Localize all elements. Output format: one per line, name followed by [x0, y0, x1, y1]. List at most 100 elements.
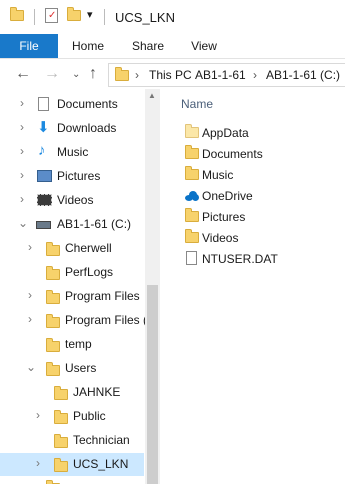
file-row-appdata[interactable]: AppData [160, 122, 345, 143]
videos-icon [37, 194, 52, 206]
folder-icon [185, 145, 199, 159]
music-icon: ♪ [38, 142, 46, 159]
tab-share[interactable]: Share [122, 34, 174, 58]
file-row-music[interactable]: Music [160, 164, 345, 185]
folder-icon [185, 208, 199, 222]
nav-item-documents[interactable]: › Documents [0, 93, 144, 116]
file-label: AppData [202, 126, 249, 140]
file-label: Music [202, 168, 234, 182]
nav-item-cherwell[interactable]: › Cherwell [0, 237, 144, 260]
chevron-right-icon[interactable]: › [28, 312, 32, 326]
nav-item-label: AB1-1-61 (C:) [57, 217, 132, 231]
nav-item-label: Cherwell [65, 241, 112, 255]
folder-icon [185, 229, 199, 243]
nav-item-label: JAHNKE [73, 385, 121, 399]
nav-item-label: Videos [57, 193, 94, 207]
nav-item-label: Users [65, 361, 97, 375]
chevron-right-icon[interactable]: › [36, 456, 40, 470]
nav-item-pictures[interactable]: › Pictures [0, 165, 144, 188]
folder-icon [115, 67, 129, 81]
onedrive-icon [185, 191, 199, 201]
file-row-videos[interactable]: Videos [160, 227, 345, 248]
chevron-right-icon[interactable]: › [20, 96, 24, 110]
chevron-right-icon[interactable]: › [253, 68, 257, 82]
nav-item-perflogs[interactable]: PerfLogs [0, 261, 144, 284]
nav-item-ucs-lkn[interactable]: › UCS_LKN [0, 453, 144, 476]
chevron-right-icon[interactable]: › [20, 120, 24, 134]
nav-item-label: Program Files [65, 289, 140, 303]
chevron-right-icon[interactable]: › [36, 408, 40, 422]
recent-locations-icon[interactable]: ⌄ [72, 69, 80, 80]
nav-scrollbar[interactable]: ▲ [145, 89, 160, 484]
nav-item-c-drive[interactable]: ⌄ AB1-1-61 (C:) [0, 213, 144, 236]
chevron-right-icon[interactable]: › [28, 240, 32, 254]
address-field[interactable]: › This PC AB1-1-61 › AB1-1-61 (C:) [108, 63, 345, 87]
file-list: Name AppData Documents Music OneDrive Pi… [160, 89, 345, 484]
nav-item-music[interactable]: › ♪ Music [0, 141, 144, 164]
breadcrumb-this-pc[interactable]: This PC [149, 68, 192, 82]
chevron-right-icon[interactable]: › [20, 192, 24, 206]
nav-item-label: Pictures [57, 169, 101, 183]
nav-item-label: Documents [57, 97, 118, 111]
divider [34, 9, 35, 25]
nav-item-public[interactable]: › Public [0, 405, 144, 428]
nav-item-label: Public [73, 409, 106, 423]
scroll-thumb[interactable] [147, 285, 158, 484]
chevron-down-icon[interactable]: ⌄ [18, 216, 28, 230]
new-folder-icon[interactable] [67, 7, 81, 21]
nav-item-label: PerfLogs [65, 265, 114, 279]
nav-item-label: UCS_LKN [73, 457, 129, 471]
window-title: UCS_LKN [115, 10, 175, 25]
tab-view[interactable]: View [178, 34, 230, 58]
chevron-right-icon[interactable]: › [135, 68, 139, 82]
nav-item-label: Music [57, 145, 89, 159]
breadcrumb-ab1-1-61[interactable]: AB1-1-61 [195, 68, 246, 82]
nav-item-downloads[interactable]: › ⬇ Downloads [0, 117, 144, 140]
chevron-right-icon[interactable]: › [20, 144, 24, 158]
folder-icon [46, 266, 60, 280]
customize-quick-access-icon[interactable]: ▾ [87, 8, 93, 21]
nav-item-jahnke[interactable]: JAHNKE [0, 381, 144, 404]
pictures-icon [37, 170, 52, 182]
folder-icon [46, 314, 60, 328]
nav-item-program-files[interactable]: › Program Files [0, 285, 144, 308]
up-arrow-icon[interactable]: ↑ [89, 65, 97, 83]
folder-icon [46, 362, 60, 376]
file-row-documents[interactable]: Documents [160, 143, 345, 164]
documents-icon [38, 97, 49, 111]
back-arrow-icon[interactable]: ← [15, 65, 31, 83]
nav-item-label: Downloads [57, 121, 117, 135]
chevron-right-icon[interactable]: › [20, 168, 24, 182]
folder-icon[interactable] [10, 7, 24, 21]
folder-icon [54, 434, 68, 448]
scroll-up-icon[interactable]: ▲ [148, 91, 156, 100]
ribbon: File Home Share View [0, 34, 345, 59]
address-bar: ← → ⌄ ↑ › This PC AB1-1-61 › AB1-1-61 (C… [0, 59, 345, 89]
nav-item-label: Technician [73, 433, 130, 447]
forward-arrow-icon[interactable]: → [44, 65, 60, 83]
nav-item-users[interactable]: ⌄ Users [0, 357, 144, 380]
folder-icon [46, 242, 60, 256]
file-label: Documents [202, 147, 263, 161]
file-label: OneDrive [202, 189, 253, 203]
breadcrumb-c-drive[interactable]: AB1-1-61 (C:) [266, 68, 340, 82]
chevron-right-icon[interactable]: › [28, 288, 32, 302]
file-row-pictures[interactable]: Pictures [160, 206, 345, 227]
tab-file[interactable]: File [0, 34, 58, 58]
drive-icon [36, 221, 51, 229]
tab-home[interactable]: Home [62, 34, 114, 58]
nav-item-label: Program Files ( [65, 313, 146, 327]
file-row-ntuser[interactable]: NTUSER.DAT [160, 248, 345, 269]
properties-icon[interactable]: ✓ [45, 8, 58, 23]
folder-icon [54, 386, 68, 400]
nav-item-videos[interactable]: › Videos [0, 189, 144, 212]
nav-item-technician[interactable]: Technician [0, 429, 144, 452]
nav-item-program-files-x86[interactable]: › Program Files ( [0, 309, 146, 332]
chevron-down-icon[interactable]: ⌄ [26, 360, 36, 374]
nav-item-temp[interactable]: temp [0, 333, 144, 356]
file-row-onedrive[interactable]: OneDrive [160, 185, 345, 206]
title-bar: ✓ ▾ UCS_LKN [0, 0, 345, 34]
nav-item-partial[interactable] [0, 477, 144, 484]
column-header-name[interactable]: Name [181, 97, 213, 111]
folder-icon [185, 166, 199, 180]
